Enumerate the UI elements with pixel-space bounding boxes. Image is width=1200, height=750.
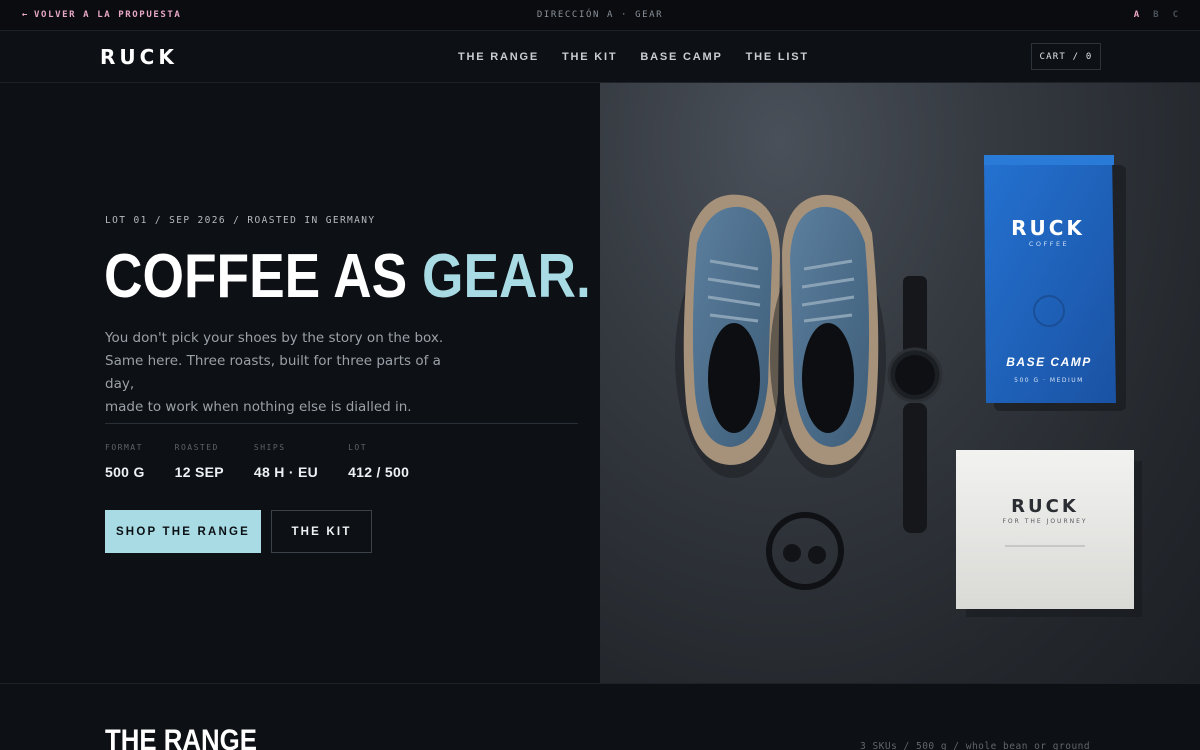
right-shoe-icon [770,194,886,478]
the-kit-button[interactable]: THE KIT [271,510,372,553]
range-meta: 3 SKUs / 500 g / whole bean or ground [860,741,1091,750]
flat-lay-illustration: RUCK COFFEE BASE CAMP 500 G · MEDIUM RUC… [675,155,1142,617]
paper-card: RUCK FOR THE JOURNEY [956,450,1142,617]
cta-row: SHOP THE RANGE THE KIT [105,510,372,553]
nav-link-the-list[interactable]: THE LIST [746,51,809,63]
nav-link-the-range[interactable]: THE RANGE [458,51,539,63]
spec-format: FORMAT 500 G [105,443,145,480]
variant-switcher: A B C [1134,10,1178,20]
card-brand: RUCK [1011,496,1079,517]
spec-list: FORMAT 500 G ROASTED 12 SEP SHIPS 48 H ·… [105,443,439,480]
spec-value: 48 H · EU [253,464,319,480]
spec-label: ROASTED [174,443,219,452]
shop-the-range-button[interactable]: SHOP THE RANGE [105,510,261,553]
body-line: Same here. Three roasts, built for three… [105,353,441,392]
hero-content: LOT 01 / SEP 2026 / ROASTED IN GERMANY C… [0,83,600,683]
divider [105,423,578,424]
bag-spec: 500 G · MEDIUM [1014,377,1084,384]
nav-link-base-camp[interactable]: BASE CAMP [640,51,722,63]
nav-links: THE RANGE THE KIT BASE CAMP THE LIST [458,51,809,63]
range-section: THE RANGE 3 SKUs / 500 g / whole bean or… [0,683,1200,750]
variant-b[interactable]: B [1153,10,1158,20]
ruck-logo[interactable]: RUCK [100,45,178,69]
bag-sub: COFFEE [1029,240,1069,248]
range-title: THE RANGE [105,724,257,750]
spec-label: LOT [348,443,368,452]
spec-ships: SHIPS 48 H · EU [254,443,318,480]
spec-value: 500 G [105,464,145,480]
card-sub: FOR THE JOURNEY [1002,518,1087,525]
headline-accent: GEAR. [421,242,591,311]
spec-lot: LOT 412 / 500 [348,443,409,480]
hero-headline: COFFEE AS GEAR. [104,246,591,308]
bag-name: BASE CAMP [1006,355,1092,369]
hero-product-image: RUCK COFFEE BASE CAMP 500 G · MEDIUM RUC… [600,83,1200,683]
headline-main: COFFEE AS [104,242,422,311]
direction-label: DIRECCIÓN A · GEAR [536,10,664,20]
spec-label: FORMAT [105,443,143,452]
body-line: made to work when nothing else is dialle… [105,399,412,415]
nav-link-the-kit[interactable]: THE KIT [562,51,617,63]
spec-value: 412 / 500 [348,464,410,480]
spec-label: SHIPS [253,443,286,452]
hero-body-copy: You don't pick your shoes by the story o… [105,327,465,419]
variant-a[interactable]: A [1134,10,1139,20]
spec-roasted: ROASTED 12 SEP [175,443,224,480]
spec-value: 12 SEP [174,464,224,480]
body-line: You don't pick your shoes by the story o… [105,330,444,346]
earbuds-icon [766,512,844,590]
bag-brand: RUCK [1011,216,1085,240]
watch-icon [887,276,943,533]
cart-button[interactable]: CART / 0 [1031,43,1101,70]
lot-meta: LOT 01 / SEP 2026 / ROASTED IN GERMANY [105,215,376,226]
main-nav: RUCK THE RANGE THE KIT BASE CAMP THE LIS… [0,31,1200,83]
variant-c[interactable]: C [1173,10,1178,20]
top-bar: ← VOLVER A LA PROPUESTA DIRECCIÓN A · GEA… [0,0,1200,31]
coffee-bag: RUCK COFFEE BASE CAMP 500 G · MEDIUM [984,155,1126,411]
